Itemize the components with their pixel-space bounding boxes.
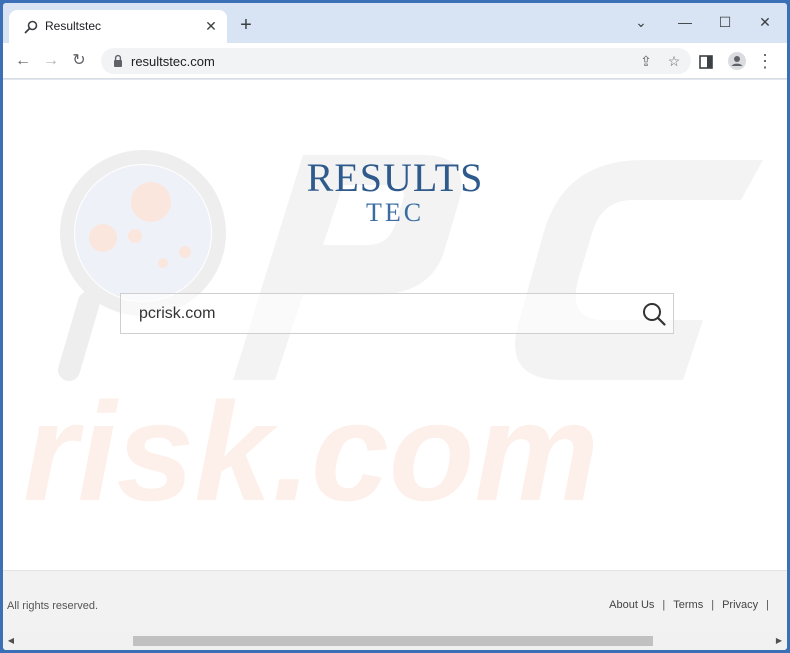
profile-icon[interactable] [727,51,747,71]
plus-icon[interactable]: + [235,15,257,37]
tab-bar: Resultstec ✕ + ⌄ — ☐ ✕ [3,3,787,43]
back-arrow-icon[interactable]: ← [11,49,35,73]
link-separator: | [711,599,715,611]
footer-links: About Us | Terms | Privacy | [609,599,777,611]
page-content: risk.com RESULTS TEC [3,80,787,570]
scrollbar-thumb[interactable] [133,636,653,646]
svg-text:risk.com: risk.com [23,373,599,530]
close-icon[interactable]: ✕ [203,18,219,34]
tab-title: Resultstec [45,19,102,33]
terms-link[interactable]: Terms [673,599,703,611]
share-icon[interactable]: ⇪ [635,50,657,72]
scroll-right-icon[interactable]: ▶ [771,632,787,650]
scroll-left-icon[interactable]: ◀ [3,632,19,650]
minimize-icon[interactable]: — [665,9,705,35]
reload-icon[interactable]: ↻ [67,49,91,73]
privacy-link[interactable]: Privacy [722,599,758,611]
page-footer: All rights reserved. About Us | Terms | … [3,570,787,632]
site-logo: RESULTS TEC [3,158,787,228]
logo-main-text: RESULTS [306,155,484,200]
horizontal-scrollbar[interactable]: ◀ ▶ [3,632,787,650]
about-us-link[interactable]: About Us [609,599,654,611]
star-icon[interactable]: ☆ [663,50,685,72]
tab-resultstec[interactable]: Resultstec ✕ [9,10,227,43]
search-icon [24,20,38,34]
url-text[interactable]: resultstec.com [131,54,215,69]
address-bar[interactable]: resultstec.com ⇪ ☆ [101,48,691,74]
search-box [120,293,674,334]
forward-arrow-icon[interactable]: → [39,49,63,73]
link-separator: | [766,599,769,611]
logo-sub-text: TEC [365,198,425,227]
maximize-icon[interactable]: ☐ [705,9,745,35]
link-separator: | [662,599,666,611]
browser-toolbar: ← → ↻ resultstec.com ⇪ ☆ ⋮ [3,43,787,79]
chevron-down-icon[interactable]: ⌄ [621,9,661,35]
close-icon[interactable]: ✕ [745,9,785,35]
copyright-text: All rights reserved. [7,600,99,612]
search-input[interactable] [121,294,631,333]
sidebar-icon[interactable] [699,55,713,69]
menu-dots-icon[interactable]: ⋮ [753,49,777,73]
browser-window: Resultstec ✕ + ⌄ — ☐ ✕ ← → ↻ resultstec.… [0,0,790,653]
search-icon[interactable] [641,301,667,327]
lock-icon[interactable] [113,54,123,68]
